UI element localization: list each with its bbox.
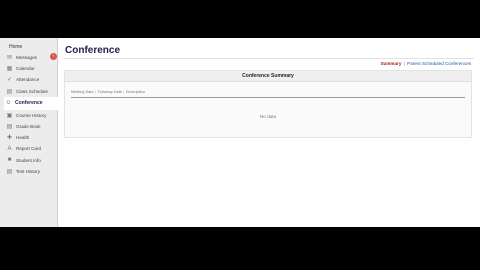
sidebar-item-label: Test History <box>16 168 40 174</box>
sidebar-item-report-card[interactable]: A Report Card <box>5 143 58 154</box>
report-card-icon: A <box>7 145 12 152</box>
sidebar-item-label: Grade Book <box>16 124 41 130</box>
calendar-icon: ▦ <box>6 66 13 73</box>
sidebar-item-attendance[interactable]: ✓ Attendance <box>5 74 58 85</box>
sidebar-item-calendar[interactable]: ▦ Calendar <box>5 63 58 74</box>
parent-scheduled-conferences-link[interactable]: Parent Scheduled Conferences <box>407 61 471 66</box>
sidebar-item-label: Class Schedule <box>16 88 48 94</box>
sidebar: Home ‹ ✉ Messages ▦ Calendar ✓ Attendanc… <box>0 38 58 227</box>
summary-link[interactable]: Summary <box>380 61 401 66</box>
envelope-icon: ✉ <box>6 55 13 62</box>
sidebar-item-course-history[interactable]: ▣ Course History <box>5 110 58 121</box>
sidebar-item-messages[interactable]: ✉ Messages <box>5 52 58 63</box>
sidebar-item-label: Health <box>16 135 30 141</box>
sidebar-item-label: Calendar <box>16 66 35 72</box>
column-header-meeting-date[interactable]: Meeting Date <box>71 90 94 94</box>
sidebar-item-health[interactable]: ✚ Health <box>5 132 58 143</box>
table-header: Meeting Date | Followup Date | Description <box>71 90 465 98</box>
panel-title: Conference Summary <box>65 71 471 82</box>
main-content: Conference Summary | Parent Scheduled Co… <box>58 38 480 227</box>
sidebar-item-class-schedule[interactable]: ▤ Class Schedule <box>5 86 58 97</box>
test-history-icon: ▤ <box>6 168 13 175</box>
gradebook-icon: ▤ <box>6 124 13 131</box>
conference-summary-panel: Conference Summary Meeting Date | Followup… <box>64 70 472 138</box>
sidebar-item-label: Report Card <box>16 146 42 152</box>
title-divider <box>64 58 474 59</box>
sidebar-item-label: Course History <box>16 112 47 118</box>
link-separator: | <box>403 61 405 66</box>
folder-icon: ▣ <box>6 112 13 119</box>
sidebar-item-student-info[interactable]: ■ Student Info <box>5 155 58 166</box>
checkmark-icon: ✓ <box>6 77 13 84</box>
sidebar-item-test-history[interactable]: ▤ Test History <box>5 166 58 177</box>
empty-state-text: No data <box>259 114 277 119</box>
column-header-followup-date[interactable]: Followup Date <box>98 90 122 94</box>
page-title: Conference <box>65 45 121 56</box>
schedule-icon: ▤ <box>6 88 13 95</box>
person-icon: ☺ <box>5 100 12 107</box>
home-link[interactable]: Home <box>9 44 22 50</box>
sidebar-item-conference[interactable]: ☺ Conference <box>4 96 58 110</box>
health-cross-icon: ✚ <box>6 135 13 142</box>
sidebar-item-label: Attendance <box>16 77 40 83</box>
column-header-description[interactable]: Description <box>126 90 145 94</box>
sidebar-item-grade-book[interactable]: ▤ Grade Book <box>5 121 58 132</box>
app-window: Home ‹ ✉ Messages ▦ Calendar ✓ Attendanc… <box>0 38 480 227</box>
sidebar-nav: ✉ Messages ▦ Calendar ✓ Attendance ▤ Cla… <box>4 52 58 177</box>
student-info-icon: ■ <box>7 157 12 164</box>
sub-navigation: Summary | Parent Scheduled Conferences <box>380 61 471 66</box>
sidebar-item-label: Conference <box>15 100 43 107</box>
sidebar-item-label: Messages <box>16 55 37 61</box>
sidebar-item-label: Student Info <box>16 157 41 163</box>
